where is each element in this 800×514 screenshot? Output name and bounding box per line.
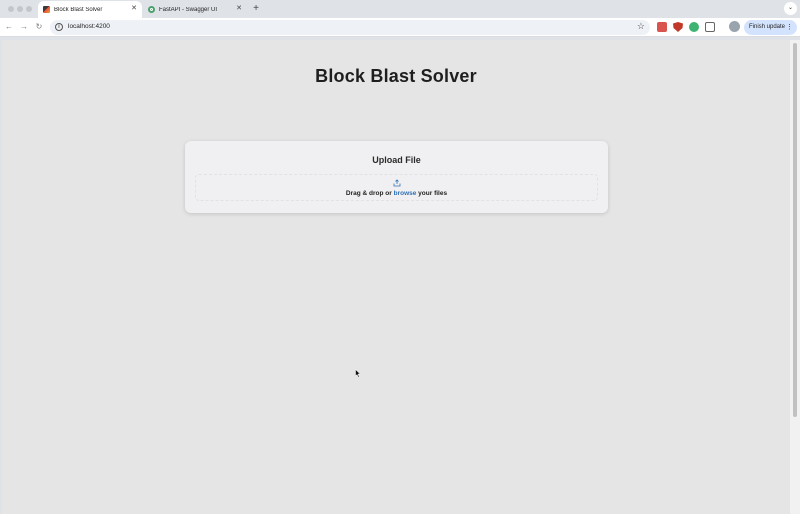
- upload-heading: Upload File: [372, 155, 421, 165]
- forward-icon[interactable]: →: [18, 21, 30, 33]
- tab-close-icon[interactable]: ✕: [129, 4, 139, 14]
- window-close-light[interactable]: [8, 6, 14, 12]
- address-url[interactable]: localhost:4200: [68, 23, 110, 30]
- address-bar[interactable]: i localhost:4200 ☆: [50, 20, 650, 35]
- finish-update-button[interactable]: Finish update ⋮: [744, 20, 797, 35]
- scrollbar-thumb[interactable]: [793, 43, 797, 417]
- site-info-icon[interactable]: i: [55, 23, 63, 31]
- upload-card: Upload File Drag & drop or browse your f…: [185, 141, 608, 213]
- window-zoom-light[interactable]: [26, 6, 32, 12]
- profile-avatar-icon[interactable]: [729, 21, 740, 32]
- dropzone-prompt-before: Drag & drop or: [345, 190, 392, 197]
- page-title: Block Blast Solver: [315, 66, 477, 86]
- reload-icon[interactable]: ↻: [33, 21, 45, 33]
- extension-shield-icon[interactable]: [673, 22, 683, 32]
- tab-search-chevron-icon[interactable]: ⌄: [784, 2, 797, 15]
- bookmark-star-icon[interactable]: ☆: [637, 21, 645, 32]
- block-blast-favicon-icon: [43, 6, 50, 13]
- mouse-cursor-icon: [355, 369, 361, 378]
- page-viewport: Block Blast Solver Upload File Drag & dr…: [2, 40, 790, 514]
- browser-menu-icon[interactable]: ⋮: [786, 20, 793, 35]
- browse-files-link[interactable]: browse: [394, 190, 417, 197]
- window-minimize-light[interactable]: [17, 6, 23, 12]
- file-dropzone[interactable]: Drag & drop or browse your files: [195, 174, 598, 201]
- tab-fastapi-swagger[interactable]: FastAPI - Swagger UI ✕: [143, 1, 247, 18]
- swagger-favicon-icon: [148, 6, 155, 13]
- extension-red-icon[interactable]: [657, 22, 667, 32]
- browser-toolbar: ← → ↻ i localhost:4200 ☆ Finish update ⋮: [0, 18, 800, 37]
- back-icon[interactable]: ←: [3, 21, 15, 33]
- dropzone-prompt-after: your files: [418, 190, 448, 197]
- upload-icon: [393, 179, 401, 187]
- tab-close-icon[interactable]: ✕: [234, 4, 244, 14]
- new-tab-icon[interactable]: +: [250, 3, 262, 15]
- finish-update-label: Finish update: [749, 24, 786, 30]
- dropzone-prompt: Drag & drop or browse your files: [196, 190, 597, 197]
- page-scrollbar[interactable]: [790, 40, 800, 514]
- tab-block-blast-solver[interactable]: Block Blast Solver ✕: [38, 1, 142, 18]
- tab-strip: Block Blast Solver ✕ FastAPI - Swagger U…: [0, 0, 800, 18]
- extension-green-icon[interactable]: [689, 22, 699, 32]
- extensions-puzzle-icon[interactable]: [705, 22, 715, 32]
